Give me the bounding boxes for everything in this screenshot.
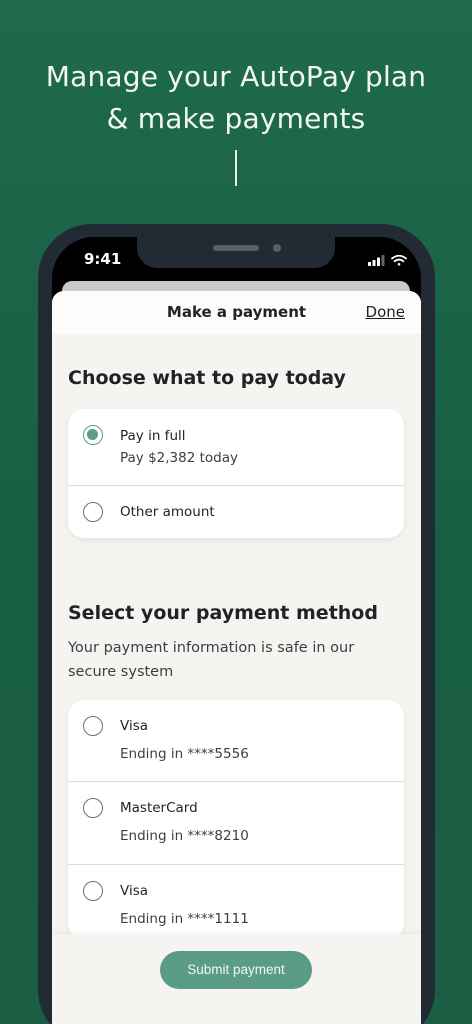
- radio-icon[interactable]: [83, 881, 103, 901]
- done-button[interactable]: Done: [366, 303, 405, 321]
- radio-icon[interactable]: [83, 716, 103, 736]
- hero-headline: Manage your AutoPay plan & make payments: [0, 56, 472, 140]
- pay-option-full[interactable]: Pay in full Pay $2,382 today: [68, 409, 404, 486]
- method-sub: Ending in ****8210: [120, 828, 249, 844]
- hero-divider: [235, 150, 237, 186]
- sheet-header: Make a payment Done: [52, 291, 421, 334]
- phone-notch: [137, 237, 335, 268]
- pay-option-sub: Pay $2,382 today: [120, 450, 238, 466]
- radio-icon[interactable]: [83, 798, 103, 818]
- camera-icon: [273, 244, 281, 252]
- method-label: MasterCard: [120, 800, 198, 816]
- sheet-footer: Submit payment: [52, 934, 421, 1024]
- method-section-title: Select your payment method: [68, 602, 378, 624]
- pay-option-label: Other amount: [120, 504, 215, 520]
- pay-options-card: Pay in full Pay $2,382 today Other amoun…: [68, 409, 404, 538]
- hero-line-1: Manage your AutoPay plan: [45, 60, 427, 93]
- submit-payment-button[interactable]: Submit payment: [160, 951, 312, 989]
- status-time: 9:41: [84, 250, 122, 268]
- pay-option-other[interactable]: Other amount: [68, 486, 404, 538]
- method-sub: Ending in ****1111: [120, 911, 249, 927]
- method-sub: Ending in ****5556: [120, 746, 249, 762]
- pay-section-title: Choose what to pay today: [68, 367, 346, 389]
- payment-sheet: Make a payment Done Choose what to pay t…: [52, 291, 421, 1024]
- method-option-mastercard-8210[interactable]: MasterCard Ending in ****8210: [68, 782, 404, 865]
- radio-selected-icon[interactable]: [83, 425, 103, 445]
- pay-option-label: Pay in full: [120, 428, 186, 444]
- method-option-visa-5556[interactable]: Visa Ending in ****5556: [68, 700, 404, 782]
- hero-line-2: & make payments: [106, 102, 366, 135]
- signal-icon: [368, 255, 385, 266]
- wifi-icon: [391, 254, 407, 266]
- speaker-grille: [213, 245, 259, 251]
- status-icons: [368, 254, 407, 266]
- method-section-subtitle: Your payment information is safe in our …: [68, 640, 355, 680]
- method-label: Visa: [120, 883, 148, 899]
- method-label: Visa: [120, 718, 148, 734]
- radio-icon[interactable]: [83, 502, 103, 522]
- method-option-visa-1111[interactable]: Visa Ending in ****1111: [68, 865, 404, 940]
- payment-methods-card: Visa Ending in ****5556 MasterCard Endin…: [68, 700, 404, 940]
